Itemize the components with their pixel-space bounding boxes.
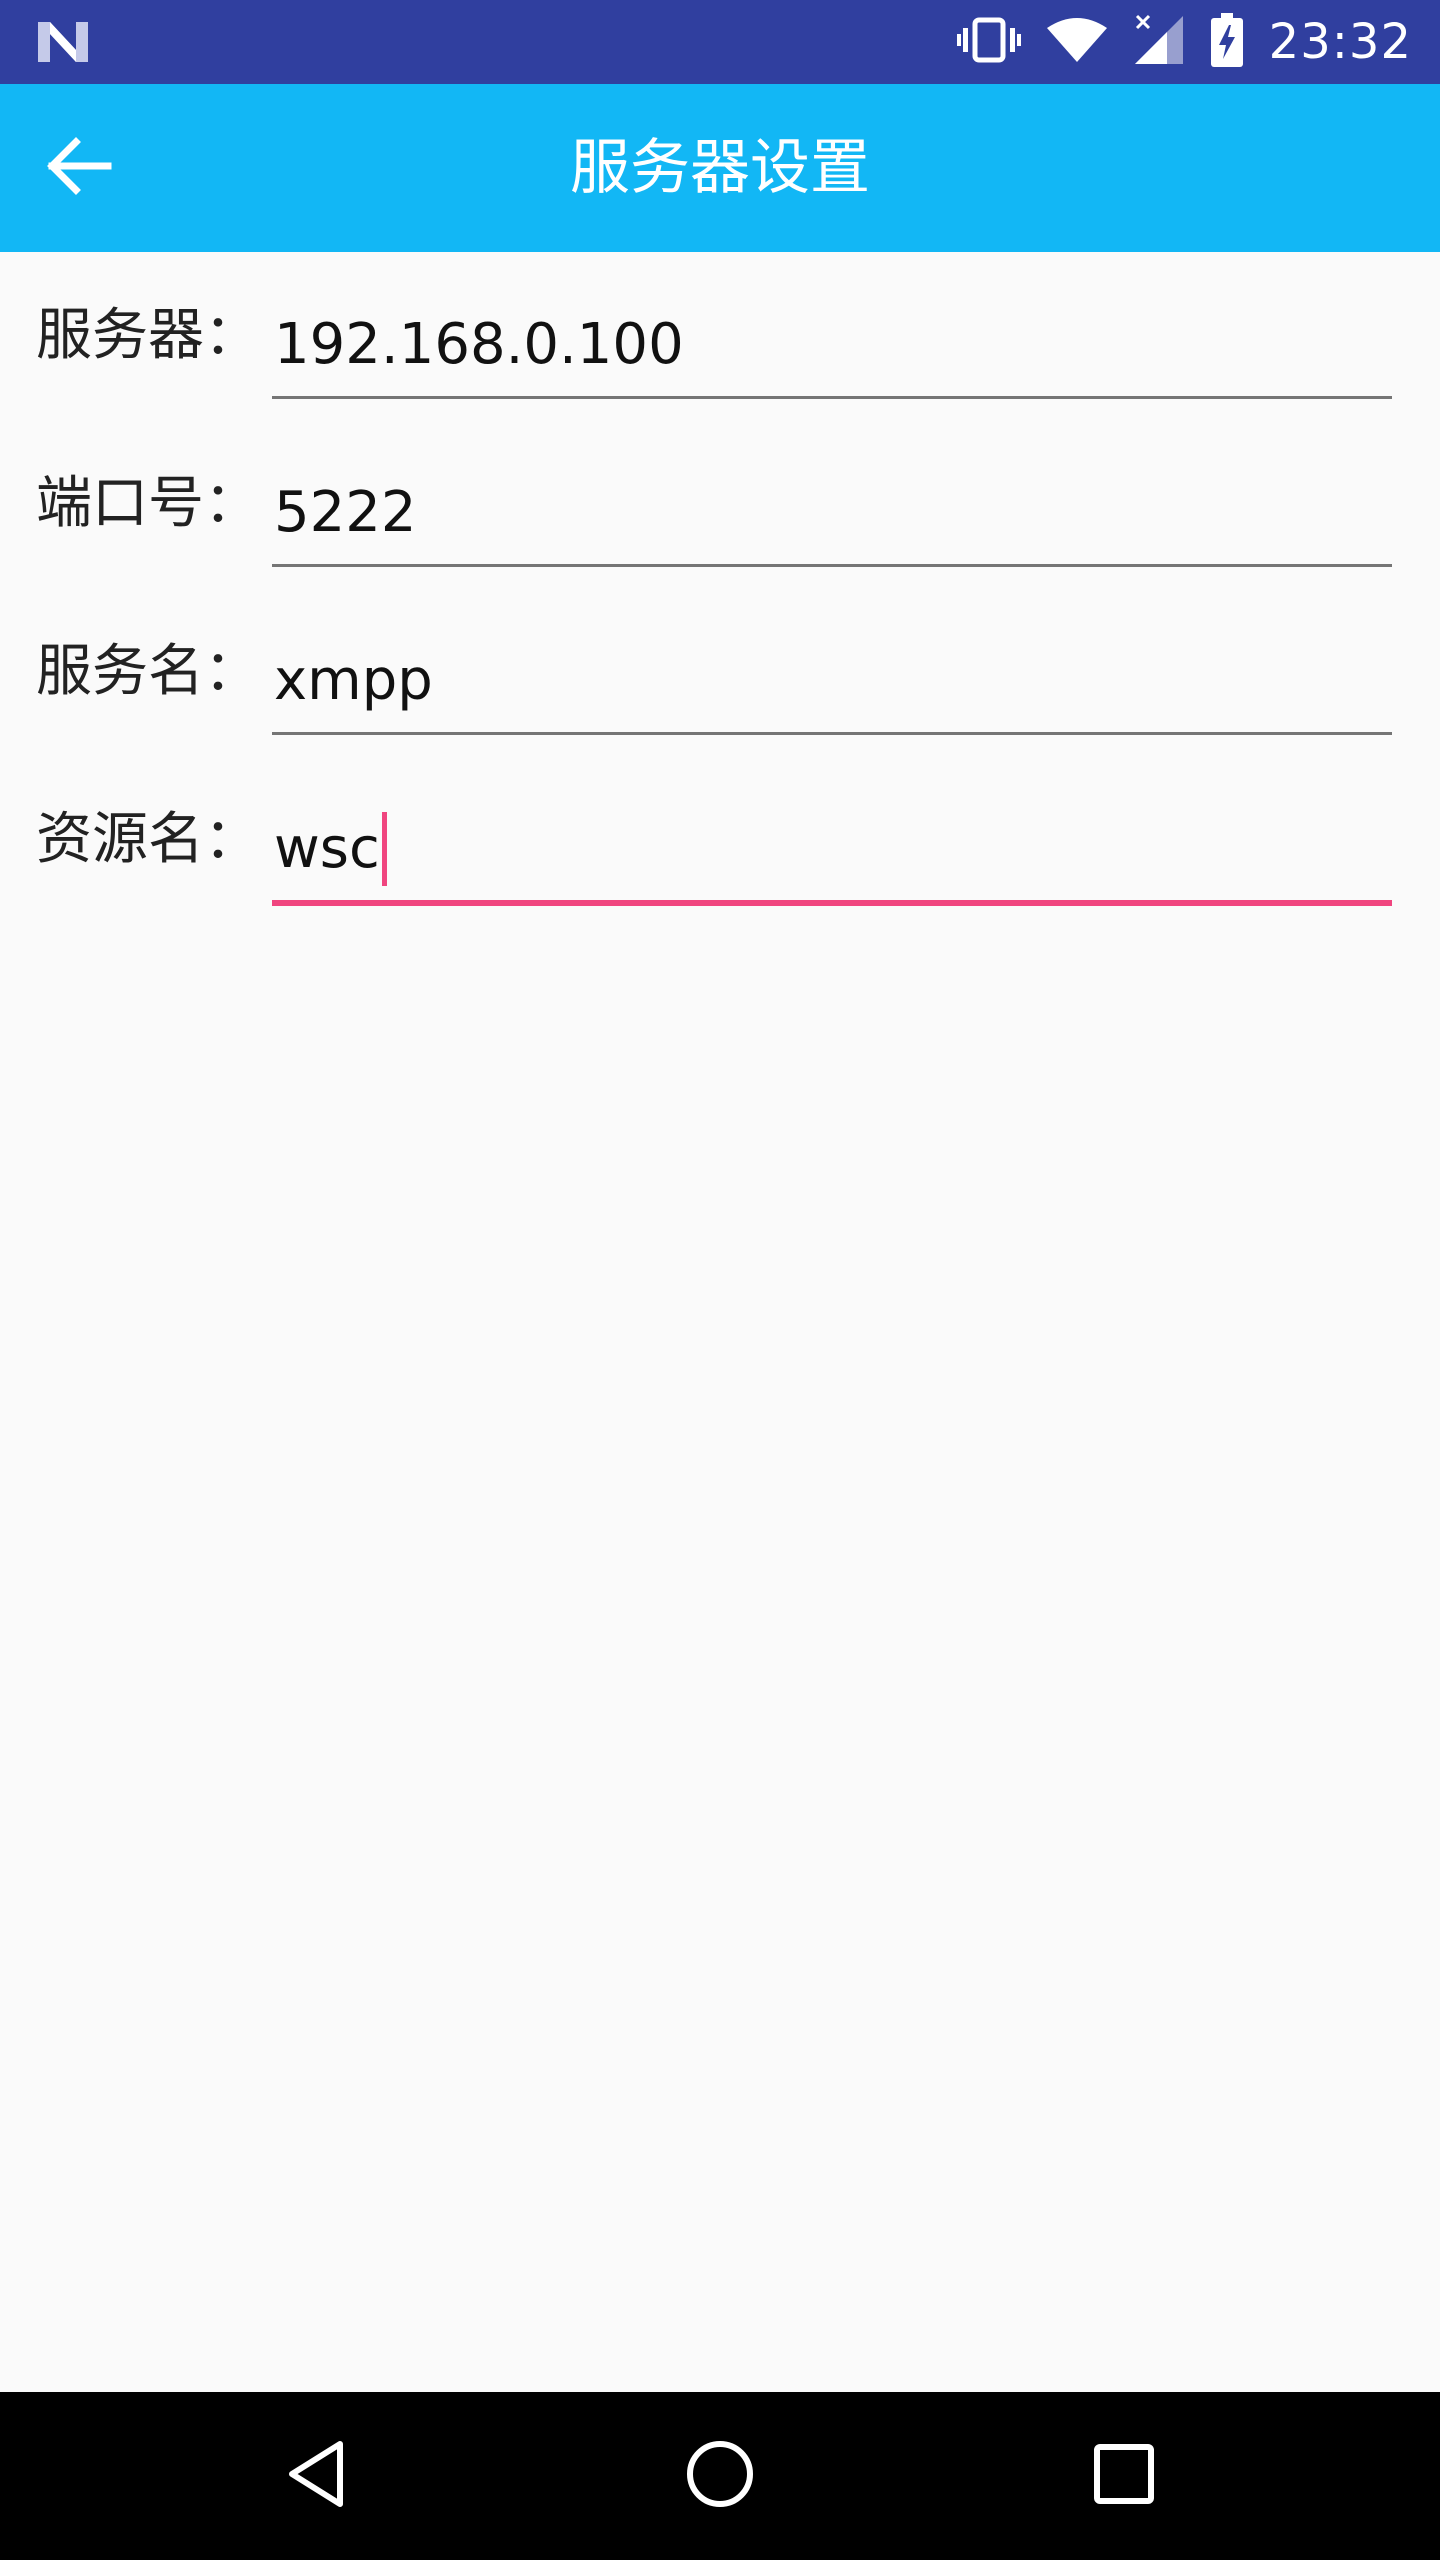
service-name-row: 服务名： xmpp xyxy=(0,588,1440,756)
service-name-input[interactable]: xmpp xyxy=(272,636,1392,735)
service-name-label: 服务名： xyxy=(36,639,260,704)
back-triangle-icon xyxy=(284,2438,348,2514)
resource-name-row: 资源名： wsc xyxy=(0,756,1440,924)
recents-square-icon xyxy=(1092,2442,1156,2510)
back-arrow-icon xyxy=(42,134,114,202)
system-nav-bar xyxy=(0,2392,1440,2560)
nav-recents-button[interactable] xyxy=(1074,2426,1174,2526)
port-label: 端口号： xyxy=(36,471,260,536)
server-value: 192.168.0.100 xyxy=(274,312,684,377)
signal-icon xyxy=(1133,14,1185,70)
port-row: 端口号： 5222 xyxy=(0,420,1440,588)
app-toolbar: 服务器设置 xyxy=(0,84,1440,252)
back-button[interactable] xyxy=(30,120,126,216)
service-name-value: xmpp xyxy=(274,648,433,713)
text-cursor xyxy=(381,811,387,886)
status-time: 23:32 xyxy=(1268,14,1412,70)
resource-name-value-wrap: wsc xyxy=(274,804,387,900)
resource-name-input[interactable]: wsc xyxy=(272,804,1392,906)
server-input[interactable]: 192.168.0.100 xyxy=(272,300,1392,399)
nav-home-button[interactable] xyxy=(670,2426,770,2526)
resource-name-value: wsc xyxy=(274,816,380,881)
server-label: 服务器： xyxy=(36,303,260,368)
port-value: 5222 xyxy=(274,480,417,545)
resource-name-label: 资源名： xyxy=(36,807,260,872)
page-title: 服务器设置 xyxy=(570,133,870,203)
server-row: 服务器： 192.168.0.100 xyxy=(0,252,1440,420)
notification-n-icon xyxy=(36,18,90,66)
wifi-icon xyxy=(1046,16,1107,68)
port-input[interactable]: 5222 xyxy=(272,468,1392,567)
vibrate-icon xyxy=(956,16,1021,68)
battery-charging-icon xyxy=(1210,13,1243,71)
nav-back-button[interactable] xyxy=(266,2426,366,2526)
home-circle-icon xyxy=(684,2438,756,2514)
status-bar: 23:32 xyxy=(0,0,1440,84)
